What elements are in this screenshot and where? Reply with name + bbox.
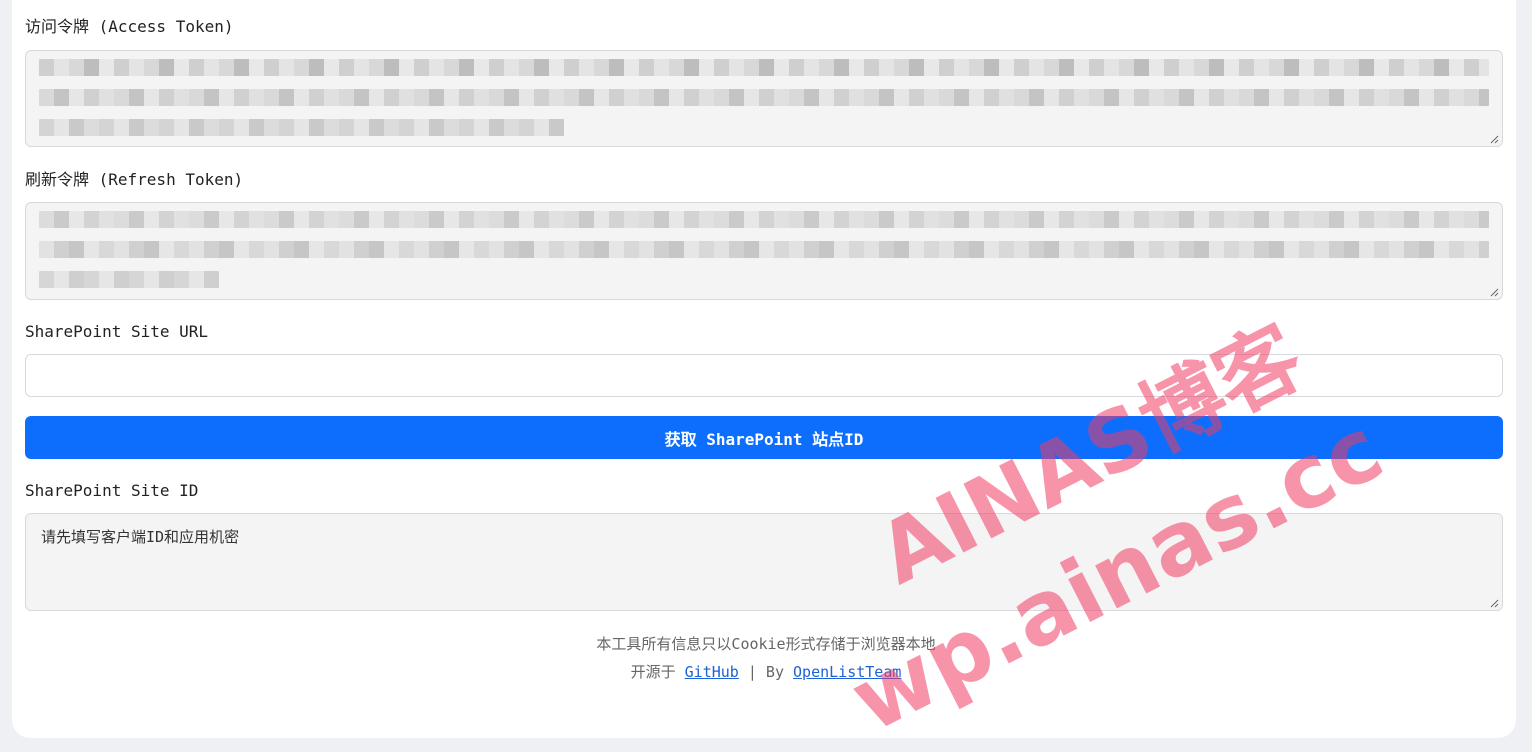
site-url-field[interactable] bbox=[25, 354, 1503, 397]
access-token-redacted-value bbox=[39, 59, 1489, 138]
resize-handle-icon[interactable] bbox=[1490, 599, 1499, 608]
refresh-token-redacted-value bbox=[39, 211, 1489, 291]
openlist-team-link[interactable]: OpenListTeam bbox=[793, 663, 901, 681]
by-separator: | By bbox=[747, 663, 784, 681]
open-source-prefix: 开源于 bbox=[630, 663, 676, 681]
get-site-id-button[interactable]: 获取 SharePoint 站点ID bbox=[25, 416, 1503, 459]
resize-handle-icon[interactable] bbox=[1490, 135, 1499, 144]
site-id-textarea[interactable]: 请先填写客户端ID和应用机密 bbox=[25, 513, 1503, 611]
site-url-input[interactable] bbox=[26, 355, 1502, 396]
site-id-label: SharePoint Site ID bbox=[25, 481, 199, 500]
refresh-token-textarea[interactable] bbox=[25, 202, 1503, 300]
storage-notice: 本工具所有信息只以Cookie形式存储于浏览器本地 bbox=[596, 635, 936, 653]
refresh-token-label: 刷新令牌 (Refresh Token) bbox=[25, 170, 244, 189]
footer-credits: 开源于 GitHub | By OpenListTeam bbox=[0, 661, 1532, 682]
access-token-textarea[interactable] bbox=[25, 50, 1503, 147]
resize-handle-icon[interactable] bbox=[1490, 288, 1499, 297]
access-token-label: 访问令牌 (Access Token) bbox=[25, 17, 234, 36]
site-url-label: SharePoint Site URL bbox=[25, 322, 209, 341]
site-id-value: 请先填写客户端ID和应用机密 bbox=[41, 528, 240, 546]
github-link[interactable]: GitHub bbox=[685, 663, 739, 681]
